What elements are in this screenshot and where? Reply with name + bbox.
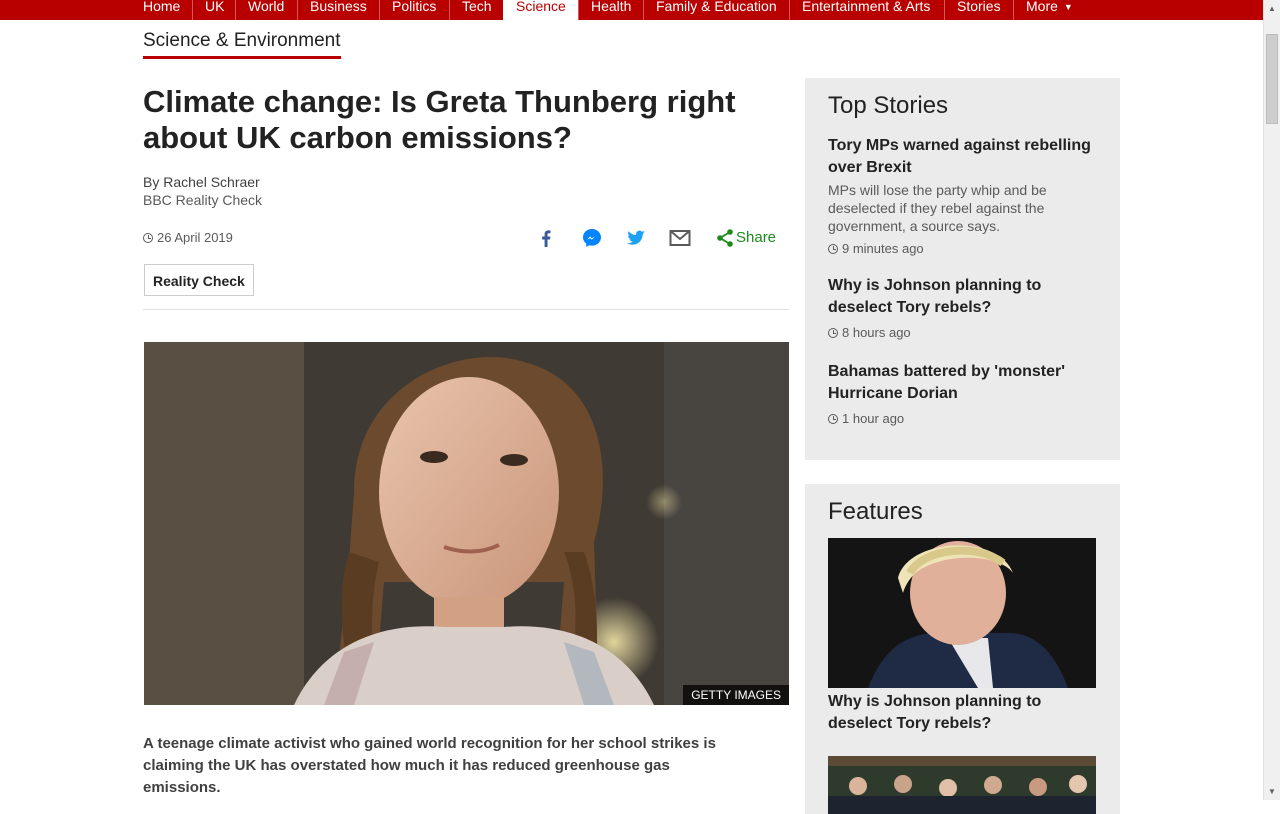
feature-image[interactable]: [828, 538, 1096, 688]
twitter-icon[interactable]: [624, 226, 648, 250]
nav-item-health[interactable]: Health: [578, 0, 643, 20]
hero-image: GETTY IMAGES: [144, 342, 789, 705]
top-story-time: 8 hours ago: [828, 325, 1098, 340]
scroll-thumb[interactable]: [1266, 34, 1278, 124]
nav-item-world[interactable]: World: [235, 0, 296, 20]
nav-item-stories[interactable]: Stories: [944, 0, 1013, 20]
top-story-title[interactable]: Bahamas battered by 'monster' Hurricane …: [828, 361, 1098, 405]
vertical-scrollbar[interactable]: ▲ ▼: [1263, 0, 1280, 800]
features-title: Features: [828, 498, 923, 525]
chevron-down-icon: ▼: [1063, 2, 1073, 13]
top-story-time: 1 hour ago: [828, 411, 1098, 426]
share-tools: Share: [530, 226, 790, 250]
top-stories-panel: Top Stories Tory MPs warned against rebe…: [805, 78, 1120, 460]
scroll-up-icon[interactable]: ▲: [1264, 0, 1280, 17]
clock-icon: [828, 413, 838, 424]
top-story-summary: MPs will lose the party whip and be dese…: [828, 182, 1047, 234]
date-text: 26 April 2019: [157, 230, 233, 245]
topic-tag[interactable]: Reality Check: [144, 264, 254, 296]
nav-item-politics[interactable]: Politics: [379, 0, 448, 20]
section-title[interactable]: Science & Environment: [143, 30, 341, 59]
feature-caption[interactable]: Why is Johnson planning to deselect Tory…: [828, 691, 1096, 735]
nav-item-business[interactable]: Business: [297, 0, 379, 20]
clock-icon: [828, 243, 838, 254]
article-headline: Climate change: Is Greta Thunberg right …: [143, 84, 736, 155]
nav-item-uk[interactable]: UK: [192, 0, 236, 20]
author-name: By Rachel Schraer: [143, 174, 260, 190]
feature-crowd-illustration: [828, 756, 1096, 814]
article-date: 26 April 2019: [143, 230, 233, 245]
top-story-time: 9 minutes ago: [828, 241, 1098, 256]
features-panel: Features Why is Johnson planning to dese…: [805, 484, 1120, 814]
image-credit: GETTY IMAGES: [683, 685, 789, 705]
nav-item-science[interactable]: Science: [503, 0, 578, 20]
feature-image[interactable]: [828, 756, 1096, 814]
top-story-time-text: 1 hour ago: [842, 411, 905, 426]
author-role: BBC Reality Check: [143, 192, 263, 208]
clock-icon: [828, 327, 838, 338]
top-story-time-text: 8 hours ago: [842, 325, 911, 340]
email-icon[interactable]: [668, 226, 692, 250]
top-story-item: Tory MPs warned against rebelling over B…: [828, 135, 1098, 256]
messenger-icon[interactable]: [580, 226, 604, 250]
nav-more-label: More: [1026, 0, 1058, 14]
byline: By Rachel Schraer BBC Reality Check: [143, 173, 262, 209]
facebook-icon[interactable]: [534, 226, 558, 250]
portrait-illustration: [144, 342, 789, 705]
scroll-down-icon[interactable]: ▼: [1264, 783, 1280, 800]
top-story-item: Bahamas battered by 'monster' Hurricane …: [828, 361, 1098, 426]
top-story-time-text: 9 minutes ago: [842, 241, 924, 256]
nav-item-home[interactable]: Home: [131, 0, 192, 20]
share-label[interactable]: Share: [736, 229, 776, 246]
clock-icon: [143, 232, 153, 243]
nav-item-more[interactable]: More ▼: [1013, 0, 1085, 20]
top-stories-title: Top Stories: [828, 92, 949, 119]
nav-item-tech[interactable]: Tech: [449, 0, 504, 20]
top-nav: Home UK World Business Politics Tech Sci…: [0, 0, 1263, 20]
nav-item-entertainment-arts[interactable]: Entertainment & Arts: [789, 0, 942, 20]
divider: [143, 309, 789, 310]
top-story-title[interactable]: Tory MPs warned against rebelling over B…: [828, 135, 1098, 179]
top-story-item: Why is Johnson planning to deselect Tory…: [828, 275, 1098, 340]
article-lead: A teenage climate activist who gained wo…: [143, 735, 716, 796]
feature-portrait-illustration: [828, 538, 1096, 688]
top-story-title[interactable]: Why is Johnson planning to deselect Tory…: [828, 275, 1098, 319]
nav-item-family-education[interactable]: Family & Education: [643, 0, 789, 20]
share-icon[interactable]: [713, 226, 737, 250]
